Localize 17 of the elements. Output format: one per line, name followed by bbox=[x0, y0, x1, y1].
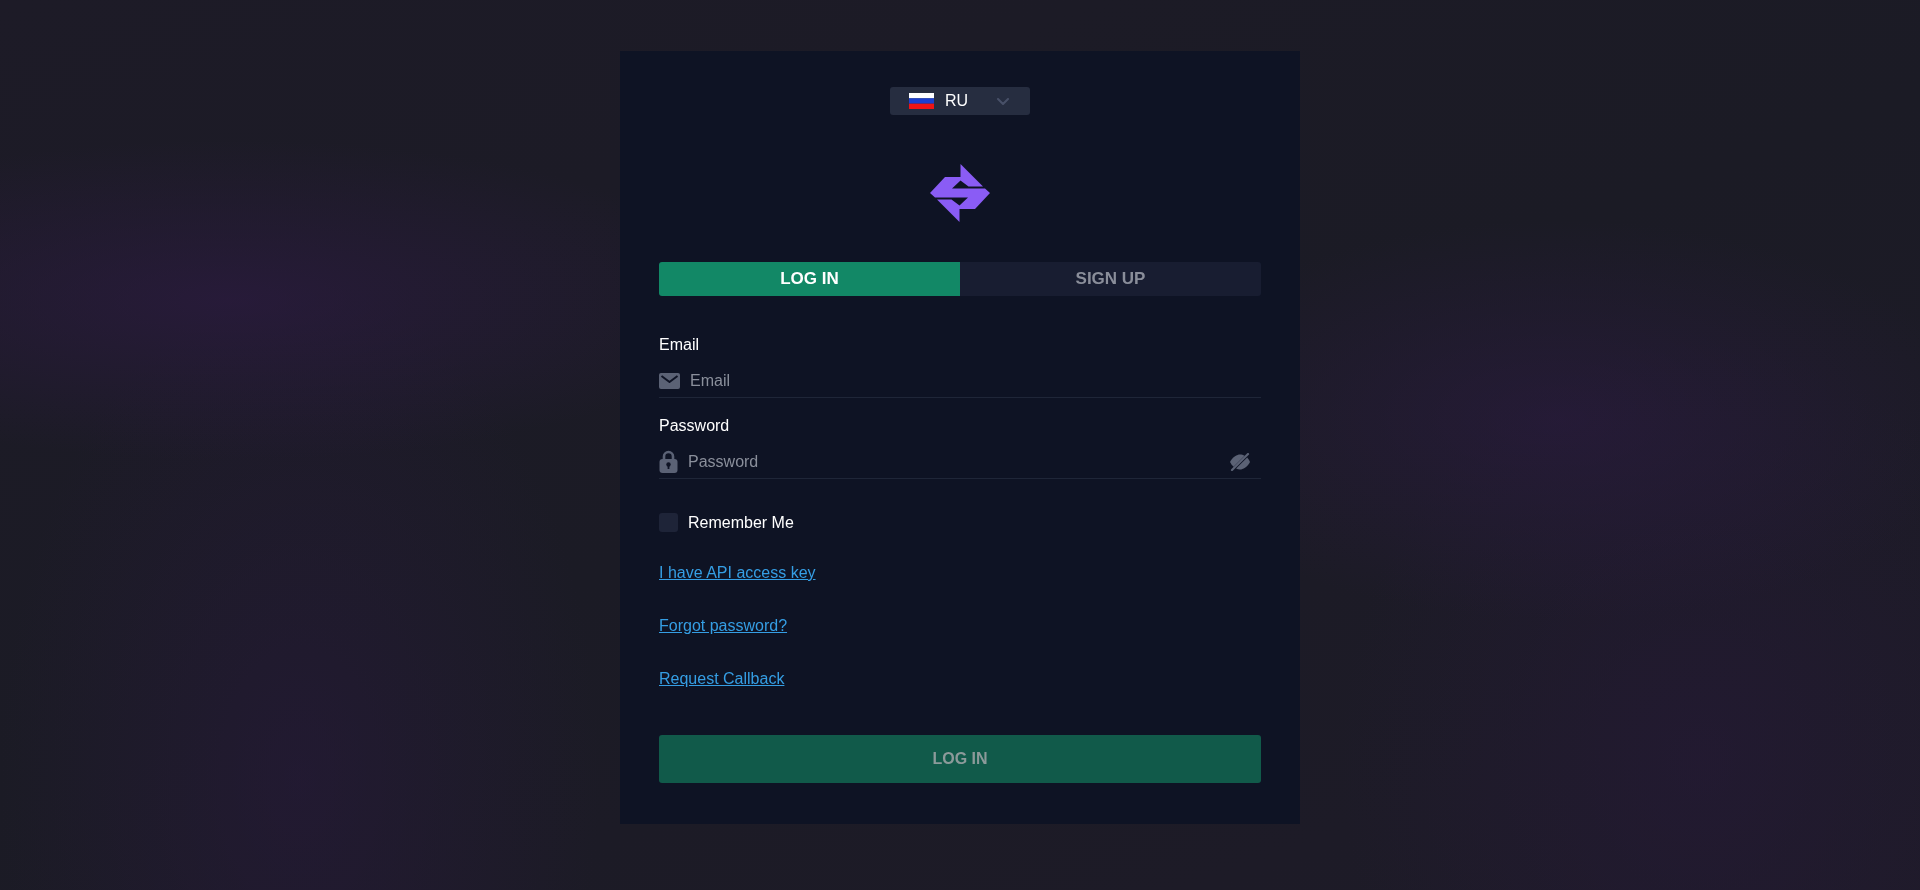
log-in-tab[interactable]: LOG IN bbox=[659, 262, 960, 296]
envelope-icon bbox=[659, 372, 680, 389]
password-label: Password bbox=[659, 416, 730, 436]
callback-link[interactable]: Request Callback bbox=[659, 669, 785, 689]
eye-slash-icon[interactable] bbox=[1229, 452, 1251, 471]
language-selector[interactable]: RU bbox=[890, 87, 1030, 115]
api-key-link[interactable]: I have API access key bbox=[659, 563, 816, 583]
chevron-down-icon bbox=[997, 97, 1009, 105]
remember-me-label[interactable]: Remember Me bbox=[688, 512, 794, 533]
email-label: Email bbox=[659, 335, 699, 355]
logo-icon bbox=[930, 163, 990, 223]
forgot-password-link[interactable]: Forgot password? bbox=[659, 616, 788, 636]
sign-up-tab[interactable]: SIGN UP bbox=[960, 262, 1261, 296]
flag-icon bbox=[909, 93, 934, 109]
email-field[interactable]: Email bbox=[690, 368, 1241, 393]
lock-icon bbox=[659, 450, 678, 473]
password-field[interactable]: Password bbox=[688, 449, 1219, 474]
